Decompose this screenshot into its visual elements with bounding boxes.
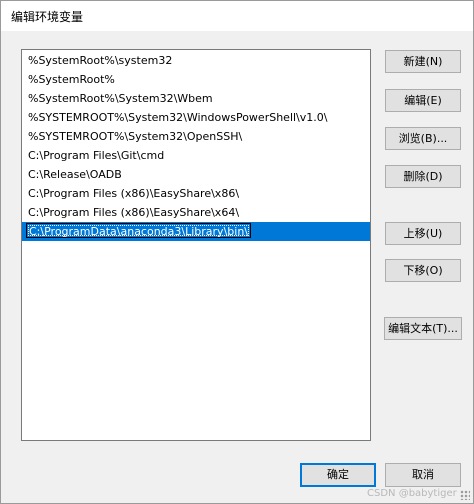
edit-text-button[interactable]: 编辑文本(T)... [384, 317, 462, 340]
dialog-title: 编辑环境变量 [11, 10, 84, 24]
path-list-item[interactable]: %SYSTEMROOT%\System32\OpenSSH\ [22, 127, 370, 146]
move-up-button[interactable]: 上移(U) [385, 222, 461, 245]
new-button[interactable]: 新建(N) [385, 50, 461, 73]
path-edit-input[interactable]: C:\ProgramData\anaconda3\Library\bin\ [26, 223, 251, 238]
edit-env-var-dialog: 编辑环境变量 %SystemRoot%\system32 %SystemRoot… [0, 0, 474, 504]
path-list-item[interactable]: %SystemRoot% [22, 70, 370, 89]
watermark: CSDN @babytiger [367, 488, 457, 499]
path-list-item[interactable]: C:\Program Files\Git\cmd [22, 146, 370, 165]
title-bar[interactable]: 编辑环境变量 [1, 1, 473, 31]
path-list-item[interactable]: %SystemRoot%\System32\Wbem [22, 89, 370, 108]
resize-grip-icon[interactable] [460, 490, 470, 500]
browse-button[interactable]: 浏览(B)... [385, 127, 461, 150]
path-list-item[interactable]: %SYSTEMROOT%\System32\WindowsPowerShell\… [22, 108, 370, 127]
cancel-button[interactable]: 取消 [385, 463, 461, 487]
path-list-item[interactable]: C:\Release\OADB [22, 165, 370, 184]
move-down-button[interactable]: 下移(O) [385, 259, 461, 282]
path-list[interactable]: %SystemRoot%\system32 %SystemRoot% %Syst… [21, 49, 371, 441]
path-list-item[interactable]: %SystemRoot%\system32 [22, 51, 370, 70]
path-list-item[interactable]: C:\Program Files (x86)\EasyShare\x64\ [22, 203, 370, 222]
delete-button[interactable]: 删除(D) [385, 165, 461, 188]
edit-button[interactable]: 编辑(E) [385, 89, 461, 112]
ok-button[interactable]: 确定 [300, 463, 376, 487]
path-list-item[interactable]: C:\Program Files (x86)\EasyShare\x86\ [22, 184, 370, 203]
path-list-item-selected[interactable]: C:\ProgramData\anaconda3\Library\bin\ [22, 222, 370, 241]
